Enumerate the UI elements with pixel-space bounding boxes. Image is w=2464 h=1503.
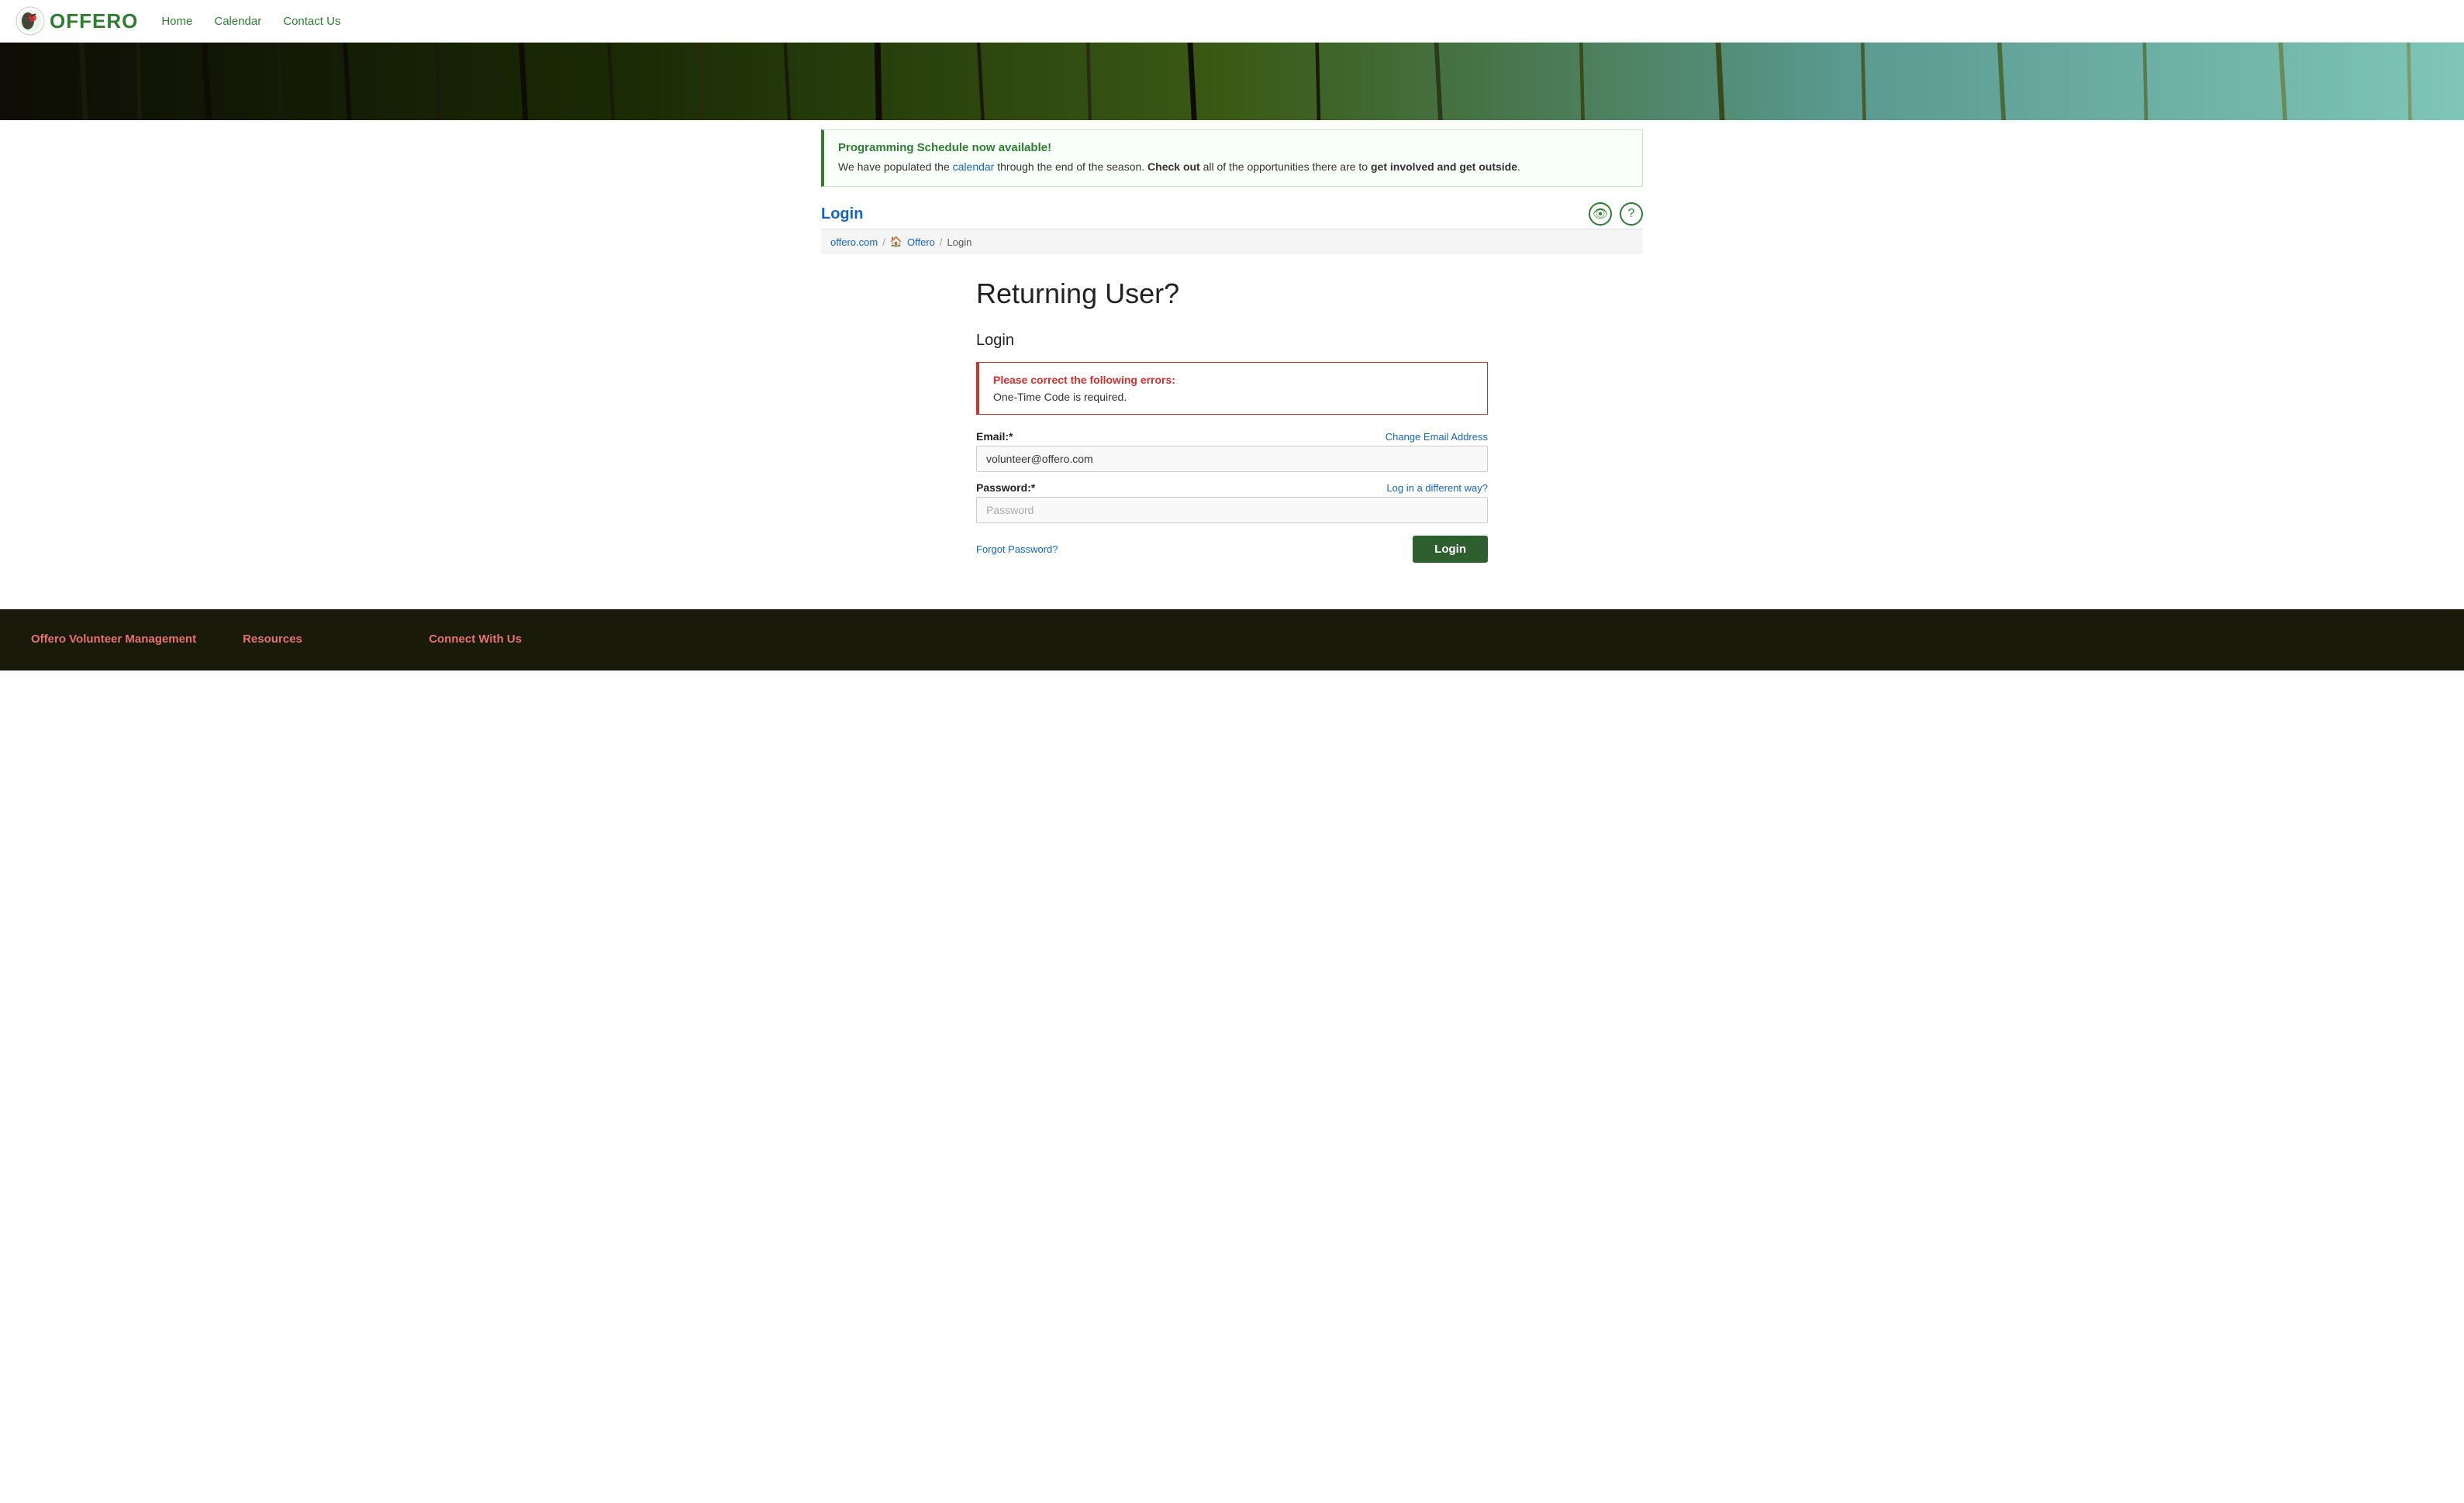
login-button[interactable]: Login xyxy=(1413,536,1488,563)
alert-check-out: Check out xyxy=(1147,160,1200,173)
footer-col-2: Resources xyxy=(243,633,382,655)
alert-body: We have populated the calendar through t… xyxy=(838,159,1628,175)
alert-calendar-link[interactable]: calendar xyxy=(953,160,995,173)
alert-body-suffix: all of the opportunities there are to xyxy=(1200,160,1371,173)
hero-banner xyxy=(0,43,2464,120)
breadcrumb: offero.com / 🏠 Offero / Login xyxy=(821,229,1643,254)
email-row-header: Email:* Change Email Address xyxy=(976,430,1488,443)
alert-body-prefix: We have populated the xyxy=(838,160,953,173)
alert-banner: Programming Schedule now available! We h… xyxy=(821,129,1643,187)
breadcrumb-home-icon: 🏠 xyxy=(890,236,902,248)
error-message: One-Time Code is required. xyxy=(993,391,1473,403)
main-content: Returning User? Login Please correct the… xyxy=(961,254,1503,609)
footer-col-3: Connect With Us xyxy=(429,633,568,655)
help-icon[interactable]: ? xyxy=(1620,202,1643,226)
returning-title: Returning User? xyxy=(976,278,1488,310)
password-row-header: Password:* Log in a different way? xyxy=(976,481,1488,494)
page-title-bar: Login 👁 ? xyxy=(821,196,1643,229)
footer-col-1-title: Offero Volunteer Management xyxy=(31,633,196,646)
change-email-link[interactable]: Change Email Address xyxy=(1386,431,1488,443)
error-box: Please correct the following errors: One… xyxy=(976,362,1488,415)
login-subtitle: Login xyxy=(976,332,1488,350)
nav-contact-us[interactable]: Contact Us xyxy=(283,15,340,28)
header: OFFERO Home Calendar Contact Us xyxy=(0,0,2464,43)
eye-icon[interactable]: 👁 xyxy=(1589,202,1612,226)
forgot-password-link[interactable]: Forgot Password? xyxy=(976,543,1058,555)
alert-bold-end: get involved and get outside xyxy=(1371,160,1517,173)
nav: Home Calendar Contact Us xyxy=(161,15,340,28)
alert-period: . xyxy=(1517,160,1520,173)
breadcrumb-sep-2: / xyxy=(940,236,943,248)
alert-title: Programming Schedule now available! xyxy=(838,141,1628,154)
footer: Offero Volunteer Management Resources Co… xyxy=(0,609,2464,670)
page-title: Login xyxy=(821,205,863,223)
form-footer: Forgot Password? Login xyxy=(976,536,1488,563)
password-input[interactable] xyxy=(976,497,1488,523)
breadcrumb-site[interactable]: offero.com xyxy=(830,236,878,248)
error-title: Please correct the following errors: xyxy=(993,374,1473,386)
email-label: Email:* xyxy=(976,430,1013,443)
breadcrumb-sep-1: / xyxy=(882,236,885,248)
footer-col-3-title: Connect With Us xyxy=(429,633,568,646)
footer-col-2-title: Resources xyxy=(243,633,382,646)
logo-text: OFFERO xyxy=(50,9,138,33)
nav-calendar[interactable]: Calendar xyxy=(214,15,261,28)
alert-body-middle: through the end of the season. xyxy=(994,160,1147,173)
password-label: Password:* xyxy=(976,481,1035,494)
nav-home[interactable]: Home xyxy=(161,15,192,28)
hero-reeds-svg xyxy=(0,43,2464,120)
content-wrapper: Programming Schedule now available! We h… xyxy=(806,129,1658,254)
breadcrumb-current: Login xyxy=(947,236,972,248)
footer-col-1: Offero Volunteer Management xyxy=(31,633,196,655)
page-icons: 👁 ? xyxy=(1589,202,1643,226)
logo-icon xyxy=(16,6,45,36)
login-form: Email:* Change Email Address Password:* … xyxy=(976,430,1488,563)
email-input[interactable] xyxy=(976,446,1488,472)
log-in-different-link[interactable]: Log in a different way? xyxy=(1386,482,1488,494)
breadcrumb-home[interactable]: Offero xyxy=(907,236,935,248)
logo[interactable]: OFFERO xyxy=(16,6,138,36)
